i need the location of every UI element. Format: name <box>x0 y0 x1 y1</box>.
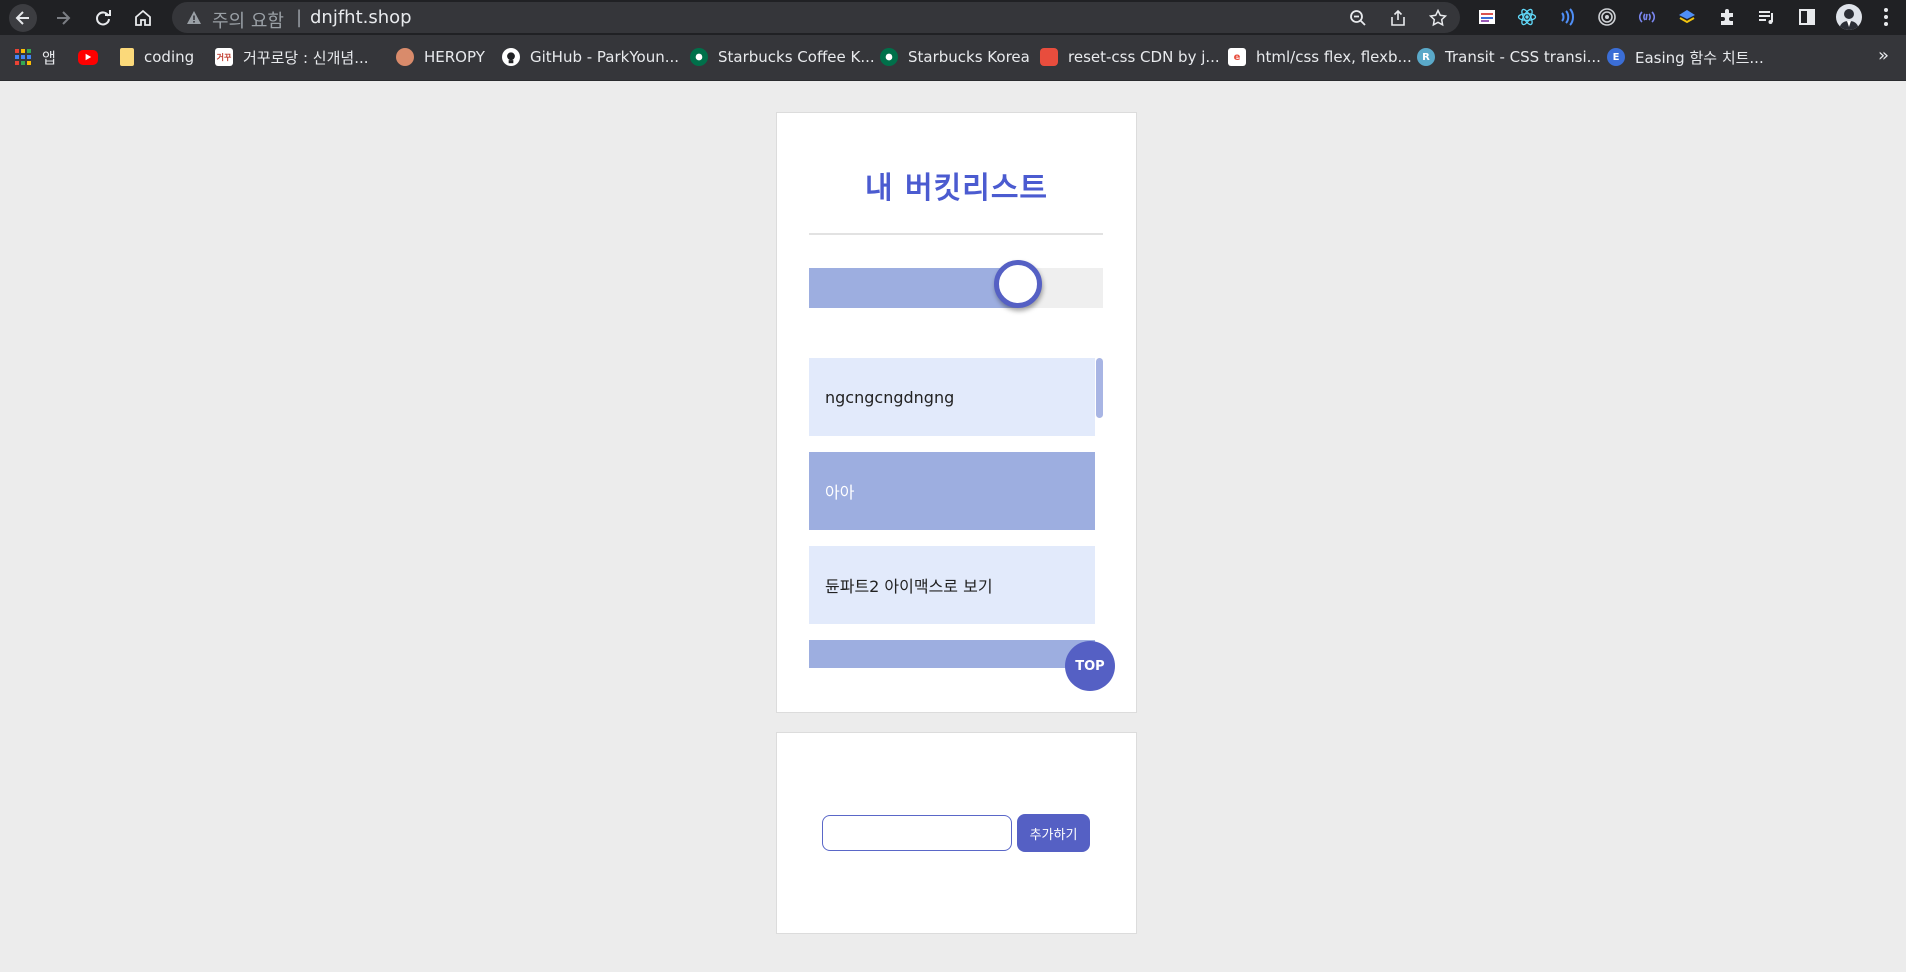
list-item[interactable]: 듄파트2 아이맥스로 보기 <box>809 546 1095 624</box>
back-arrow-icon <box>15 11 29 25</box>
bucket-list[interactable]: ngcngcngdngng 아아 듄파트2 아이맥스로 보기 <box>809 358 1103 668</box>
bookmark-item[interactable]: 거꾸 거꾸로당 : 신개념... <box>215 46 369 68</box>
bookmarks-bar: 앱 coding 거꾸 거꾸로당 : 신개념... HEROPY GitHub … <box>0 35 1906 81</box>
bookmark-label: GitHub - ParkYoun... <box>530 48 680 66</box>
url-text[interactable]: dnjfht.shop <box>310 7 412 28</box>
home-button[interactable] <box>129 4 157 32</box>
forward-arrow-icon <box>57 11 71 25</box>
extension-3-button[interactable] <box>1557 7 1577 27</box>
bookmark-item[interactable]: reset-css CDN by j... <box>1040 46 1220 68</box>
progress-bar[interactable] <box>809 260 1103 308</box>
zoom-button[interactable] <box>1348 8 1368 28</box>
starbucks-icon <box>880 48 898 66</box>
forward-button[interactable] <box>49 4 77 32</box>
extension-6-button[interactable] <box>1677 7 1697 27</box>
media-list-icon <box>1759 11 1773 24</box>
youtube-icon <box>78 49 98 65</box>
bookmark-label: 거꾸로당 : 신개념... <box>243 48 369 67</box>
page-title: 내 버킷리스트 <box>864 171 1049 206</box>
list-item[interactable] <box>809 640 1095 668</box>
progress-knob[interactable] <box>994 260 1042 308</box>
bookmark-star-button[interactable] <box>1428 8 1448 28</box>
list-item-text: 아아 <box>825 483 855 502</box>
bookmark-item[interactable]: E Easing 함수 치트... <box>1607 46 1764 68</box>
extension-1-button[interactable] <box>1477 7 1497 27</box>
bookmark-label: Starbucks Coffee K... <box>718 48 875 66</box>
sound-wave-icon <box>1561 8 1574 26</box>
address-bar[interactable]: 주의 요함 | dnjfht.shop <box>172 2 1460 33</box>
bookmark-label: HEROPY <box>424 48 485 66</box>
bookmark-label: 앱 <box>42 48 56 67</box>
extension-5-button[interactable] <box>1637 7 1657 27</box>
react-devtools-button[interactable] <box>1517 7 1537 27</box>
target-icon <box>1598 8 1616 26</box>
bookmark-label: coding <box>144 48 195 66</box>
divider <box>809 233 1103 235</box>
browser-toolbar: 주의 요함 | dnjfht.shop <box>0 0 1906 35</box>
security-label[interactable]: 주의 요함 <box>212 7 284 33</box>
bookmark-item[interactable]: R Transit - CSS transi... <box>1417 46 1601 68</box>
reading-list-button[interactable] <box>1757 7 1777 27</box>
profile-avatar[interactable] <box>1836 4 1862 30</box>
share-button[interactable] <box>1388 8 1408 28</box>
puzzle-icon <box>1721 9 1733 25</box>
progress-fill <box>809 268 1018 308</box>
jsdelivr-icon <box>1040 48 1058 66</box>
list-scrollbar[interactable] <box>1096 358 1103 418</box>
list-item[interactable]: 아아 <box>809 452 1095 530</box>
bookmark-label: reset-css CDN by j... <box>1068 48 1220 66</box>
bookmark-label: Transit - CSS transi... <box>1445 48 1601 66</box>
bookmark-youtube[interactable] <box>78 46 108 68</box>
url-separator: | <box>296 7 303 28</box>
layers-icon <box>1679 10 1695 24</box>
bookmark-label: Starbucks Korea <box>908 48 1030 66</box>
new-item-input[interactable] <box>822 815 1012 851</box>
transit-icon: R <box>1417 48 1435 66</box>
bookmark-apps[interactable]: 앱 <box>14 46 56 68</box>
reload-icon <box>96 10 111 26</box>
add-item-card: 추가하기 <box>776 732 1137 934</box>
browser-menu-button[interactable] <box>1878 6 1894 28</box>
share-icon <box>1391 9 1405 26</box>
bookmark-item[interactable]: GitHub - ParkYoun... <box>502 46 679 68</box>
bookmark-item[interactable]: HEROPY <box>396 46 485 68</box>
extension-4-button[interactable] <box>1597 7 1617 27</box>
list-item-text: 듄파트2 아이맥스로 보기 <box>825 577 993 596</box>
reload-button[interactable] <box>89 4 117 32</box>
github-icon <box>502 48 520 66</box>
list-item[interactable]: ngcngcngdngng <box>809 358 1095 436</box>
site-favicon-icon: 거꾸 <box>215 48 233 66</box>
react-icon <box>1517 8 1537 26</box>
bookmark-item[interactable]: e html/css flex, flexb... <box>1228 46 1412 68</box>
side-panel-icon <box>1799 9 1815 25</box>
add-button[interactable]: 추가하기 <box>1017 814 1090 852</box>
bucketlist-card: 내 버킷리스트 ngcngcngdngng 아아 듄파트2 아이맥스로 보기 T… <box>776 112 1137 713</box>
extension-sheet-icon <box>1479 10 1495 24</box>
bookmark-label: html/css flex, flexb... <box>1256 48 1412 66</box>
bookmarks-overflow-button[interactable]: » <box>1878 45 1889 66</box>
easing-icon: E <box>1607 48 1625 66</box>
star-icon <box>1429 9 1447 27</box>
heropy-icon <box>396 48 414 66</box>
site-favicon-icon: e <box>1228 48 1246 66</box>
list-item-text: ngcngcngdngng <box>825 387 955 407</box>
zoom-icon <box>1350 10 1366 26</box>
apps-grid-icon <box>14 48 32 66</box>
warning-icon[interactable] <box>186 10 202 26</box>
scroll-top-button[interactable]: TOP <box>1065 641 1115 691</box>
starbucks-icon <box>690 48 708 66</box>
extensions-menu-button[interactable] <box>1717 7 1737 27</box>
bookmark-folder-coding[interactable]: coding <box>120 46 194 68</box>
bookmark-item[interactable]: Starbucks Korea <box>880 46 1030 68</box>
avatar-icon <box>1839 9 1859 30</box>
home-icon <box>135 9 151 26</box>
bookmark-item[interactable]: Starbucks Coffee K... <box>690 46 875 68</box>
bookmark-label: Easing 함수 치트... <box>1635 48 1764 67</box>
side-panel-button[interactable] <box>1797 7 1817 27</box>
folder-icon <box>120 48 134 66</box>
broadcast-icon <box>1638 11 1656 23</box>
back-button[interactable] <box>9 4 37 32</box>
